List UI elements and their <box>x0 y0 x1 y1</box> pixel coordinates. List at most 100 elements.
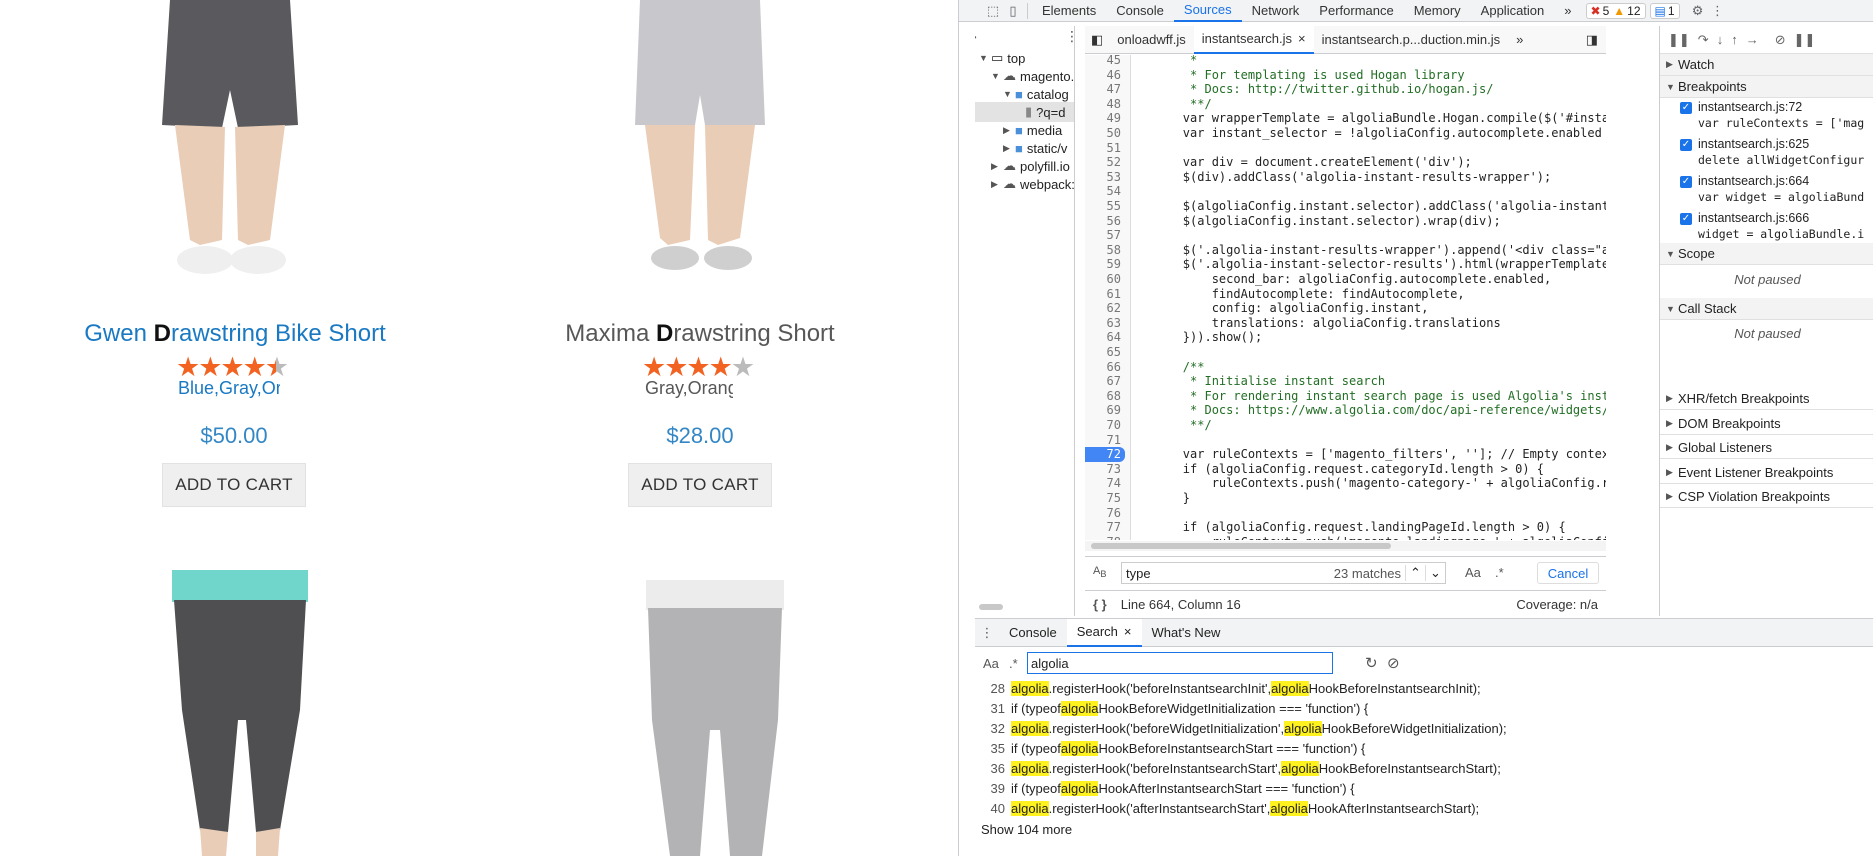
cancel-find-button[interactable]: Cancel <box>1537 562 1599 584</box>
code-line[interactable]: 73 if (algoliaConfig.request.categoryId.… <box>1085 462 1606 477</box>
find-replace-toggle-icon[interactable]: AB <box>1093 565 1106 579</box>
devtools-tab-memory[interactable]: Memory <box>1404 0 1471 22</box>
next-match-icon[interactable]: ⌄ <box>1425 565 1445 581</box>
breakpoints-section[interactable]: ▼ Breakpoints <box>1660 76 1873 98</box>
line-number[interactable]: 76 <box>1085 506 1125 521</box>
line-number[interactable]: 73 <box>1085 462 1125 477</box>
line-number[interactable]: 70 <box>1085 418 1125 433</box>
match-case-button[interactable]: Aa <box>1465 565 1481 580</box>
code-line[interactable]: 55 $(algoliaConfig.instant.selector).add… <box>1085 199 1606 214</box>
editor-tab-onloadwff[interactable]: onloadwff.js <box>1109 26 1193 54</box>
line-number[interactable]: 64 <box>1085 330 1125 345</box>
code-line[interactable]: 75 } <box>1085 491 1606 506</box>
line-number[interactable]: 49 <box>1085 111 1125 126</box>
watch-section[interactable]: ▶ Watch <box>1660 54 1873 76</box>
line-number[interactable]: 74 <box>1085 476 1125 491</box>
breakpoint-item[interactable]: ✓ instantsearch.js:625 <box>1680 137 1873 151</box>
sidebar-section[interactable]: ▶ Event Listener Breakpoints <box>1660 461 1873 484</box>
code-line[interactable]: 68 * For rendering instant search page i… <box>1085 389 1606 404</box>
nav-collapse-icon[interactable]: » <box>975 26 977 46</box>
breakpoint-checkbox[interactable]: ✓ <box>1680 138 1692 151</box>
more-tabs-button[interactable]: » <box>1554 0 1581 22</box>
scope-section[interactable]: ▼ Scope <box>1660 243 1873 265</box>
line-number[interactable]: 75 <box>1085 491 1125 506</box>
search-input[interactable]: algolia <box>1027 652 1333 674</box>
line-number[interactable]: 63 <box>1085 316 1125 331</box>
message-count-badge[interactable]: ▤ 1 <box>1649 2 1680 19</box>
search-result-row[interactable]: 28 algolia .registerHook('beforeInstantsea… <box>975 678 1481 698</box>
devtools-tab-performance[interactable]: Performance <box>1309 0 1403 22</box>
device-toolbar-icon[interactable]: ▯ <box>1003 1 1023 21</box>
line-number[interactable]: 77 <box>1085 520 1125 535</box>
code-line[interactable]: 52 var div = document.createElement('div… <box>1085 155 1606 170</box>
line-number[interactable]: 71 <box>1085 433 1125 448</box>
tree-item-magento[interactable]: ▼ ☁ magento. <box>991 66 1074 86</box>
refresh-search-icon[interactable]: ↻ <box>1365 654 1378 672</box>
error-count-badge[interactable]: ✖ 5 ▲ 12 <box>1585 2 1646 19</box>
code-line[interactable]: 50 var instant_selector = !algoliaConfig… <box>1085 126 1606 141</box>
drawer-tab-whats-new[interactable]: What's New <box>1142 619 1231 647</box>
code-line[interactable]: 63 translations: algoliaConfig.translati… <box>1085 316 1606 331</box>
code-line[interactable]: 78 ruleContexts.push('magento-landingpag… <box>1085 535 1606 540</box>
previous-match-icon[interactable]: ⌃ <box>1405 565 1425 581</box>
step-over-icon[interactable]: ↷ <box>1698 32 1709 48</box>
code-line[interactable]: 46 * For templating is used Hogan librar… <box>1085 68 1606 83</box>
show-more-link[interactable]: Show 104 more <box>981 822 1072 837</box>
search-result-row[interactable]: 40 algolia .registerHook('afterInstantsear… <box>975 798 1479 818</box>
code-line[interactable]: 65 <box>1085 345 1606 360</box>
settings-gear-icon[interactable]: ⚙ <box>1688 1 1708 21</box>
editor-tab-instantsearch[interactable]: instantsearch.js × <box>1193 25 1314 54</box>
code-line[interactable]: 59 $('.algolia-instant-selector-results'… <box>1085 257 1606 272</box>
code-line[interactable]: 57 <box>1085 228 1606 243</box>
line-number[interactable]: 46 <box>1085 68 1125 83</box>
close-drawer-tab-icon[interactable]: × <box>1124 624 1132 639</box>
code-line[interactable]: 45 * <box>1085 55 1606 68</box>
line-number[interactable]: 53 <box>1085 170 1125 185</box>
line-number[interactable]: 51 <box>1085 141 1125 156</box>
line-number[interactable]: 62 <box>1085 301 1125 316</box>
devtools-tab-elements[interactable]: Elements <box>1032 0 1106 22</box>
line-number[interactable]: 56 <box>1085 214 1125 229</box>
line-number[interactable]: 47 <box>1085 82 1125 97</box>
code-line[interactable]: 56 $(algoliaConfig.instant.selector).wra… <box>1085 214 1606 229</box>
line-number[interactable]: 60 <box>1085 272 1125 287</box>
pretty-print-button[interactable]: { } <box>1093 597 1107 612</box>
inspect-element-icon[interactable]: ⬚ <box>983 1 1003 21</box>
kebab-menu-icon[interactable]: ⋮ <box>1708 1 1728 21</box>
line-number[interactable]: 45 <box>1085 55 1125 68</box>
code-line[interactable]: 62 config: algoliaConfig.instant, <box>1085 301 1606 316</box>
deactivate-breakpoints-icon[interactable]: ⊘ <box>1775 32 1786 48</box>
sidebar-section[interactable]: ▶ XHR/fetch Breakpoints <box>1660 388 1873 410</box>
breakpoint-marker[interactable]: 72 <box>1085 447 1125 462</box>
code-line[interactable]: 71 <box>1085 433 1606 448</box>
nav-more-icon[interactable]: ⋮ <box>1065 26 1074 46</box>
line-number[interactable]: 48 <box>1085 97 1125 112</box>
search-result-row[interactable]: 32 algolia .registerHook('beforeWidgetInit… <box>975 718 1507 738</box>
breakpoint-checkbox[interactable]: ✓ <box>1680 212 1692 225</box>
line-number[interactable]: 78 <box>1085 535 1125 540</box>
tree-item-static[interactable]: ▶ ■ static/v <box>1003 138 1067 158</box>
line-number[interactable]: 69 <box>1085 403 1125 418</box>
navigator-hscroll[interactable] <box>979 604 1003 610</box>
line-number[interactable]: 57 <box>1085 228 1125 243</box>
toggle-navigator-icon[interactable]: ◧ <box>1085 26 1109 54</box>
add-to-cart-button-1[interactable]: ADD TO CART <box>162 463 306 507</box>
step-out-icon[interactable]: ↑ <box>1731 32 1738 47</box>
line-number[interactable]: 65 <box>1085 345 1125 360</box>
clear-search-icon[interactable]: ⊘ <box>1387 654 1400 672</box>
tree-item-media[interactable]: ▶ ■ media <box>1003 120 1062 140</box>
tree-item-top[interactable]: ▼ ▭ top <box>979 48 1025 68</box>
code-line[interactable]: 60 second_bar: algoliaConfig.autocomplet… <box>1085 272 1606 287</box>
pause-icon[interactable]: ❚❚ <box>1668 32 1690 48</box>
product-name-2[interactable]: Maxima Drawstring Short <box>470 320 930 348</box>
line-number[interactable]: 50 <box>1085 126 1125 141</box>
code-line[interactable]: 77 if (algoliaConfig.request.landingPage… <box>1085 520 1606 535</box>
search-result-row[interactable]: 35 if (typeof algolia HookBeforeInstantsea… <box>975 738 1365 758</box>
code-line[interactable]: 48 **/ <box>1085 97 1606 112</box>
product-image-1[interactable] <box>130 0 330 290</box>
search-result-row[interactable]: 31 if (typeof algolia HookBeforeWidgetInit… <box>975 698 1368 718</box>
code-line[interactable]: 76 <box>1085 506 1606 521</box>
code-line[interactable]: 53 $(div).addClass('algolia-instant-resu… <box>1085 170 1606 185</box>
step-icon[interactable]: → <box>1746 32 1759 47</box>
code-line[interactable]: 49 var wrapperTemplate = algoliaBundle.H… <box>1085 111 1606 126</box>
